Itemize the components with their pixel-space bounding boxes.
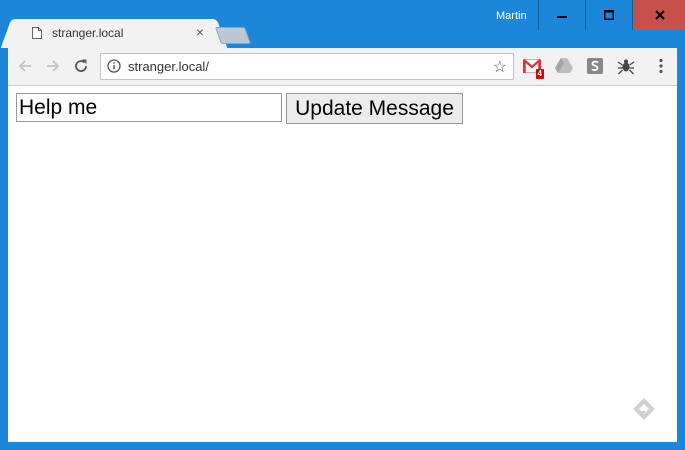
new-tab-button[interactable] xyxy=(214,27,252,44)
tab-close-icon[interactable]: × xyxy=(192,24,208,40)
close-window-button[interactable] xyxy=(632,0,685,30)
profile-name[interactable]: Martin xyxy=(496,10,527,22)
page-icon xyxy=(32,27,42,39)
maximize-icon xyxy=(604,10,614,20)
bug-icon xyxy=(617,59,635,75)
bookmark-star-icon[interactable]: ☆ xyxy=(493,57,507,77)
tab-title: stranger.local xyxy=(52,26,124,40)
tab-stranger-local[interactable]: stranger.local × xyxy=(14,19,214,48)
url-text[interactable]: stranger.local/ xyxy=(128,59,209,74)
gmail-unread-badge: 4 xyxy=(535,69,544,79)
back-button[interactable] xyxy=(15,56,35,76)
address-bar[interactable]: stranger.local/ ☆ xyxy=(100,53,514,80)
drive-icon xyxy=(555,58,573,73)
forward-arrow-icon xyxy=(47,60,60,72)
close-icon xyxy=(654,10,665,20)
message-input[interactable] xyxy=(16,93,282,122)
s-extension-button[interactable] xyxy=(585,56,605,76)
info-icon[interactable] xyxy=(107,59,121,73)
back-arrow-icon xyxy=(18,60,31,72)
more-vert-icon xyxy=(659,58,663,74)
reload-button[interactable] xyxy=(71,56,91,76)
maximize-button[interactable] xyxy=(585,0,632,30)
s-extension-icon xyxy=(587,58,603,74)
browser-toolbar: stranger.local/ ☆ 4 xyxy=(8,48,677,86)
update-message-button[interactable]: Update Message xyxy=(286,93,463,124)
gmail-extension-button[interactable]: 4 xyxy=(522,56,544,79)
page-content: Update Message xyxy=(8,86,677,442)
tab-strip: stranger.local × Martin xyxy=(0,0,685,48)
bug-extension-button[interactable] xyxy=(616,56,636,76)
reload-icon xyxy=(75,59,87,72)
browser-menu-button[interactable] xyxy=(651,56,671,76)
forward-button[interactable] xyxy=(43,56,63,76)
feedly-icon[interactable] xyxy=(631,396,657,422)
drive-extension-button[interactable] xyxy=(554,56,574,76)
browser-window: stranger.local × Martin stranger.local/ xyxy=(0,0,685,450)
minimize-button[interactable] xyxy=(538,0,585,30)
minimize-icon xyxy=(557,16,567,18)
